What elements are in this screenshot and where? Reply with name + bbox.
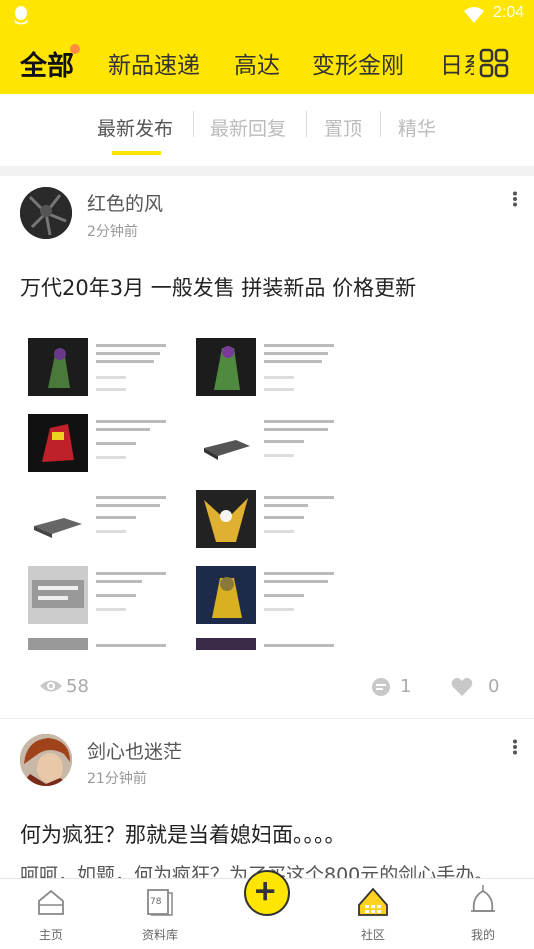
wifi-icon	[464, 7, 484, 23]
package-thumbnail	[28, 566, 88, 624]
nav-home[interactable]: 主页	[11, 879, 91, 949]
more-icon[interactable]	[512, 739, 518, 755]
catalog-item	[188, 484, 348, 560]
tab-latest-posts[interactable]: 最新发布	[97, 114, 173, 141]
nav-library[interactable]: 78 资料库	[120, 879, 200, 949]
catalog-item	[20, 332, 180, 408]
catalog-item	[188, 560, 348, 636]
views-icon	[40, 680, 62, 692]
nav-label: 社区	[360, 928, 385, 942]
catalog-item	[20, 484, 180, 560]
like-icon[interactable]	[451, 677, 473, 697]
likes-count: 0	[488, 676, 500, 697]
nav-label: 主页	[38, 928, 63, 942]
grid-icon	[479, 48, 509, 78]
tab-all[interactable]: 全部	[20, 44, 80, 83]
post-title[interactable]: 万代20年3月 一般发售 拼装新品 价格更新	[20, 272, 416, 302]
comments-count: 1	[400, 676, 412, 697]
figure-thumbnail	[196, 638, 256, 650]
post-author[interactable]: 剑心也迷茫	[87, 737, 182, 764]
catalog-item	[20, 408, 180, 484]
tab-latest-replies[interactable]: 最新回复	[210, 114, 286, 141]
console-thumbnail	[28, 490, 88, 548]
catalog-item	[20, 632, 180, 650]
add-icon	[256, 882, 275, 901]
avatar-image	[20, 187, 72, 239]
nav-profile[interactable]: 我的	[443, 879, 523, 949]
console-thumbnail	[196, 414, 256, 472]
sort-tabs: 最新发布 最新回复 置顶 精华	[0, 94, 534, 156]
tab-transformers[interactable]: 变形金刚	[312, 46, 404, 80]
tab-gundam[interactable]: 高达	[234, 46, 280, 80]
avatar-image	[20, 734, 72, 786]
all-categories-button[interactable]	[474, 30, 534, 94]
post-author[interactable]: 红色的风	[87, 189, 163, 216]
figure-thumbnail	[28, 638, 88, 650]
figure-thumbnail	[196, 566, 256, 624]
figure-thumbnail	[196, 338, 256, 396]
tab-new-arrivals[interactable]: 新品速递	[108, 46, 200, 80]
tab-separator	[193, 111, 194, 137]
post-title[interactable]: 何为疯狂？那就是当着媳妇面。。。。	[20, 819, 346, 849]
nav-label: 我的	[470, 928, 495, 942]
community-icon	[358, 887, 388, 916]
active-tab-indicator	[112, 151, 161, 155]
more-icon[interactable]	[512, 191, 518, 207]
status-bar: 2:04	[0, 0, 534, 30]
post-time: 21分钟前	[87, 771, 147, 787]
catalog-item	[188, 332, 348, 408]
nav-label: 资料库	[141, 928, 178, 942]
post-image[interactable]	[20, 322, 350, 650]
avatar[interactable]	[20, 734, 72, 786]
create-post-button[interactable]	[244, 870, 290, 916]
avatar[interactable]	[20, 187, 72, 239]
status-time: 2:04	[493, 4, 525, 21]
nav-community[interactable]: 社区	[333, 879, 413, 949]
post-divider	[0, 718, 534, 719]
figure-thumbnail	[28, 338, 88, 396]
tab-pinned[interactable]: 置顶	[324, 114, 362, 141]
catalog-item	[188, 632, 348, 650]
tab-featured[interactable]: 精华	[398, 114, 436, 141]
tab-label: 全部	[20, 51, 74, 82]
figure-thumbnail	[196, 490, 256, 548]
category-tabs: 全部 新品速递 高达 变形金刚 日系	[0, 30, 534, 94]
tab-separator	[380, 111, 381, 137]
views-count: 58	[66, 676, 89, 697]
tab-separator	[306, 111, 307, 137]
catalog-item	[188, 408, 348, 484]
home-icon	[38, 889, 64, 915]
post-time: 2分钟前	[87, 224, 138, 240]
catalog-item	[20, 560, 180, 636]
qq-icon	[14, 6, 28, 25]
profile-icon	[471, 885, 495, 912]
library-badge: 78	[150, 897, 162, 907]
figure-thumbnail	[28, 414, 88, 472]
section-divider	[0, 166, 534, 176]
comment-icon[interactable]	[371, 677, 391, 697]
new-dot-badge	[70, 44, 80, 54]
